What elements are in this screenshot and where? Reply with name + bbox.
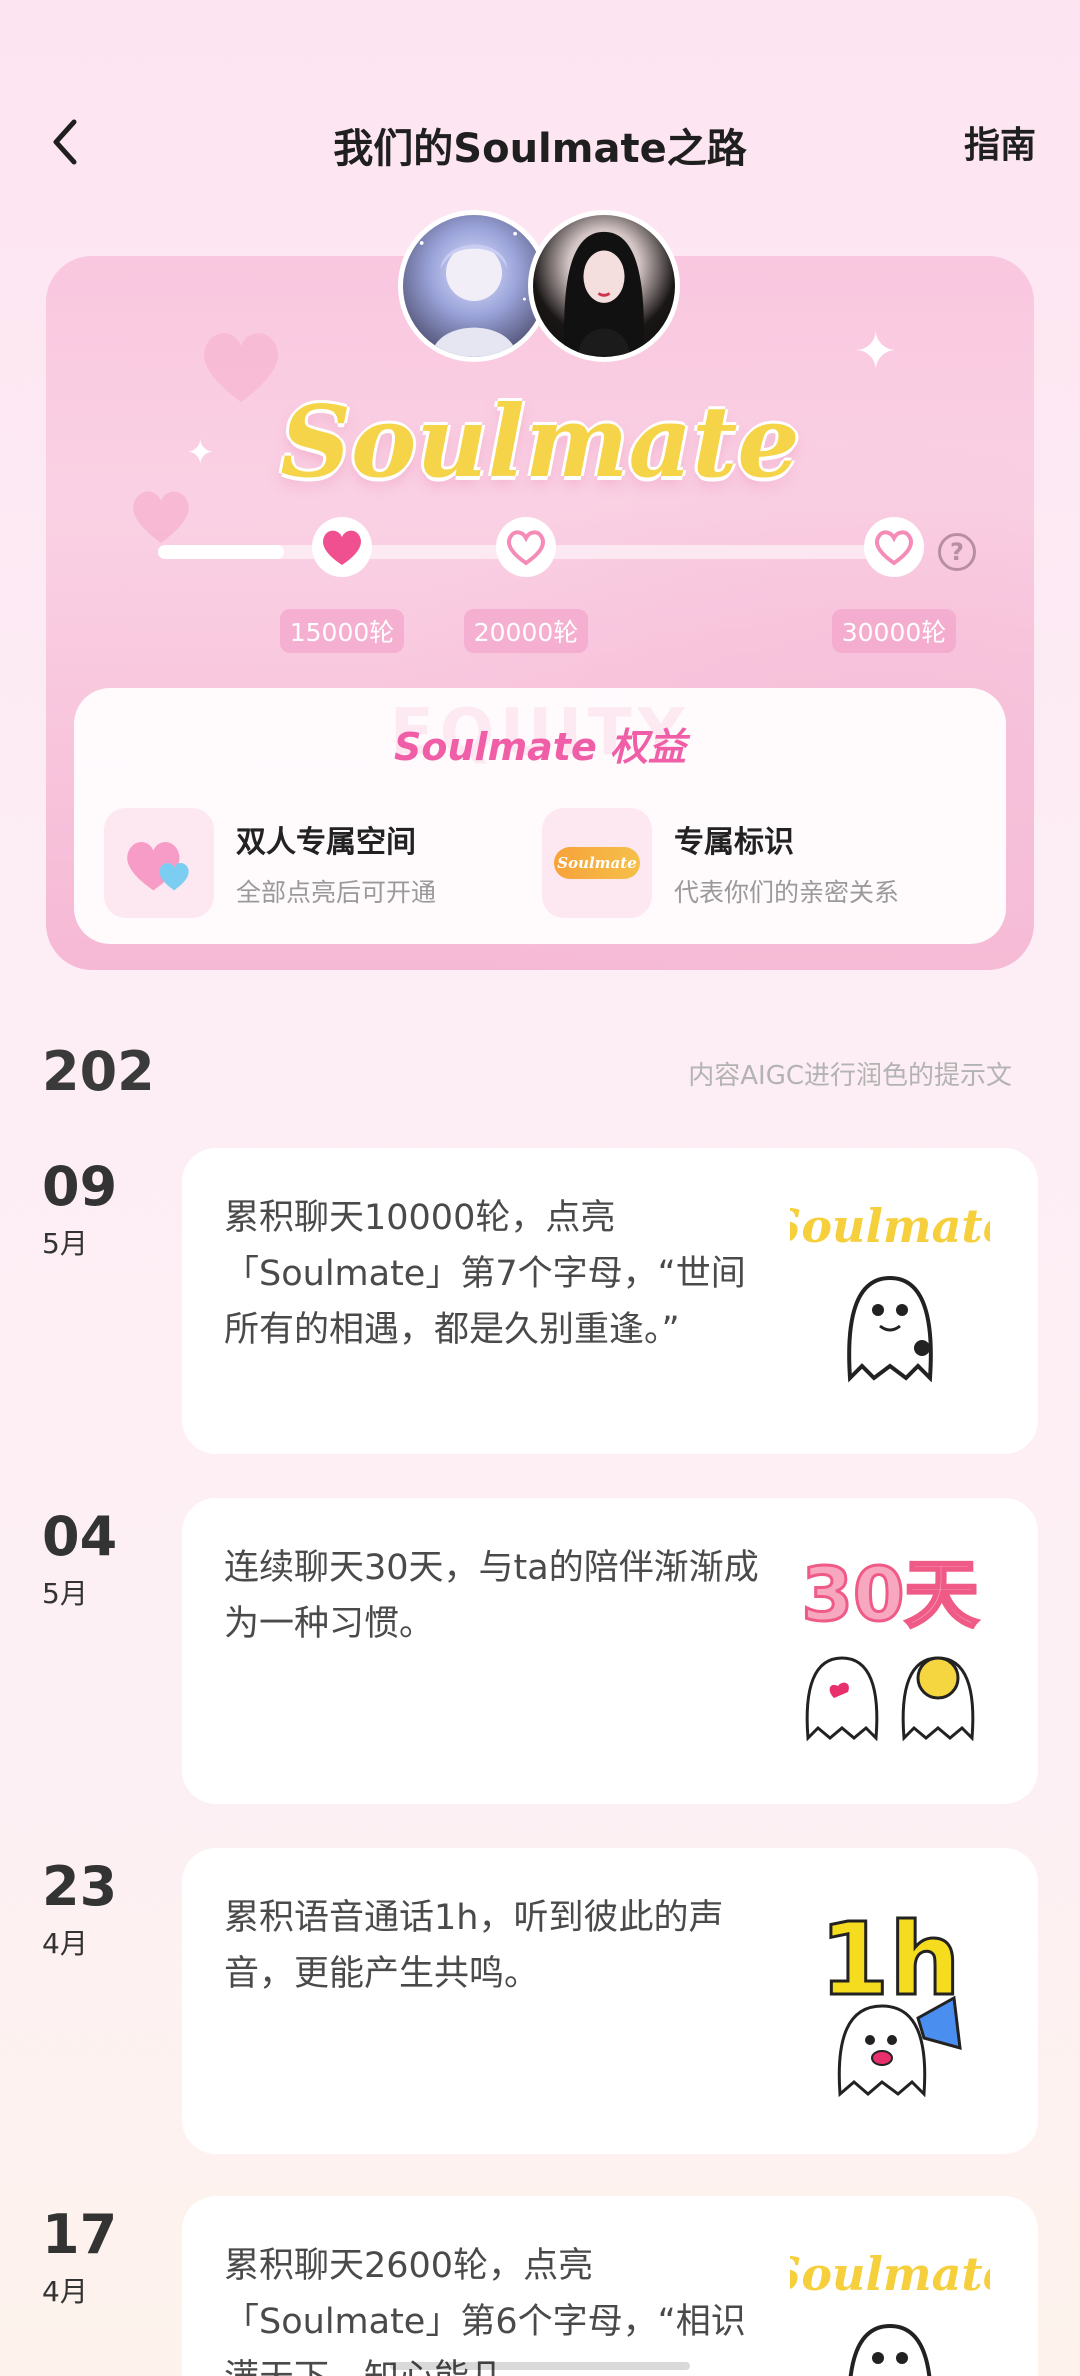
benefit-exclusive-badge[interactable]: Soulmate 专属标识 代表你们的亲密关系 <box>542 808 899 918</box>
double-heart-icon <box>104 808 214 918</box>
entry-text: 连续聊天30天，与ta的陪伴渐渐成为一种习惯。 <box>224 1548 759 1644</box>
milestone-20000[interactable]: 20000轮 <box>456 515 596 653</box>
progress-fill <box>158 545 284 559</box>
entry-text: 累积语音通话1h，听到彼此的声音，更能产生共鸣。 <box>224 1898 724 1994</box>
guide-link[interactable]: 指南 <box>964 116 1036 168</box>
entry-month: 5月 <box>42 1577 88 1610</box>
milestone-label: 30000轮 <box>831 609 957 653</box>
benefit-desc: 全部点亮后可开通 <box>236 878 437 907</box>
soulmate-ghost-sticker-icon: Soulmate <box>790 1199 990 1383</box>
soulmate-logo-text: Soulmate <box>280 385 800 500</box>
benefits-panel: EQUITY Soulmate 权益 双人专属空间 全部点亮后可开通 Soulm… <box>74 688 1006 944</box>
milestone-15000[interactable]: 15000轮 <box>272 515 412 653</box>
sticker-text: 1h <box>820 1901 961 2018</box>
avatar[interactable] <box>528 210 680 362</box>
timeline-card[interactable]: 累积聊天10000轮，点亮「Soulmate」第7个字母，“世间所有的相遇，都是… <box>182 1148 1038 1454</box>
milestone-30000[interactable]: 30000轮 <box>824 515 964 653</box>
entry-date: 17 4月 <box>42 2208 172 2310</box>
entry-day: 09 <box>42 1155 118 1218</box>
sticker-text: 30天 <box>802 1552 979 1638</box>
couple-avatars <box>398 210 684 366</box>
heart-outline-icon <box>496 517 556 577</box>
soulmate-ghost-sticker-icon: Soulmate <box>790 2247 990 2376</box>
home-indicator[interactable] <box>390 2362 690 2370</box>
entry-text: 累积聊天10000轮，点亮「Soulmate」第7个字母，“世间所有的相遇，都是… <box>224 1198 746 1350</box>
benefit-desc: 代表你们的亲密关系 <box>674 878 900 907</box>
entry-date: 23 4月 <box>42 1860 172 1962</box>
entry-date: 04 5月 <box>42 1510 172 1612</box>
heart-outline-icon <box>864 517 924 577</box>
entry-day: 04 <box>42 1505 118 1568</box>
benefits-title: Soulmate 权益 <box>394 725 686 769</box>
timeline-year: 202 <box>42 1040 155 1103</box>
sparkle-icon: ✦ <box>854 322 898 382</box>
milestone-label: 20000轮 <box>463 609 589 653</box>
badge-text: Soulmate <box>554 847 640 879</box>
entry-day: 23 <box>42 1855 118 1918</box>
entry-month: 4月 <box>42 2275 88 2308</box>
benefit-name: 双人专属空间 <box>236 825 416 860</box>
help-icon[interactable]: ? <box>938 533 976 571</box>
30-days-ghosts-sticker-icon: 30天 <box>800 1551 980 1742</box>
heart-filled-icon <box>312 517 372 577</box>
sticker-text: Soulmate <box>790 2247 990 2301</box>
entry-month: 5月 <box>42 1227 88 1260</box>
timeline-card[interactable]: 连续聊天30天，与ta的陪伴渐渐成为一种习惯。 30天 <box>182 1498 1038 1804</box>
aigc-note: 内容AIGC进行润色的提示文 <box>688 1061 1012 1091</box>
page-title: 我们的Soulmate之路 <box>333 126 747 172</box>
sticker-text: Soulmate <box>790 1199 990 1253</box>
entry-day: 17 <box>42 2203 118 2266</box>
benefit-couple-space[interactable]: 双人专属空间 全部点亮后可开通 <box>104 808 436 918</box>
entry-month: 4月 <box>42 1927 88 1960</box>
soulmate-badge-icon: Soulmate <box>542 808 652 918</box>
1h-ghost-megaphone-sticker-icon: 1h <box>818 1900 962 2098</box>
timeline-card[interactable]: 累积语音通话1h，听到彼此的声音，更能产生共鸣。 1h <box>182 1848 1038 2154</box>
milestone-label: 15000轮 <box>279 609 405 653</box>
timeline-card[interactable]: 累积聊天2600轮，点亮「Soulmate」第6个字母，“相识满天下，知心能几 … <box>182 2196 1038 2376</box>
entry-date: 09 5月 <box>42 1160 172 1262</box>
benefit-name: 专属标识 <box>674 825 794 860</box>
entry-text: 累积聊天2600轮，点亮「Soulmate」第6个字母，“相识满天下，知心能几 <box>224 2246 746 2376</box>
